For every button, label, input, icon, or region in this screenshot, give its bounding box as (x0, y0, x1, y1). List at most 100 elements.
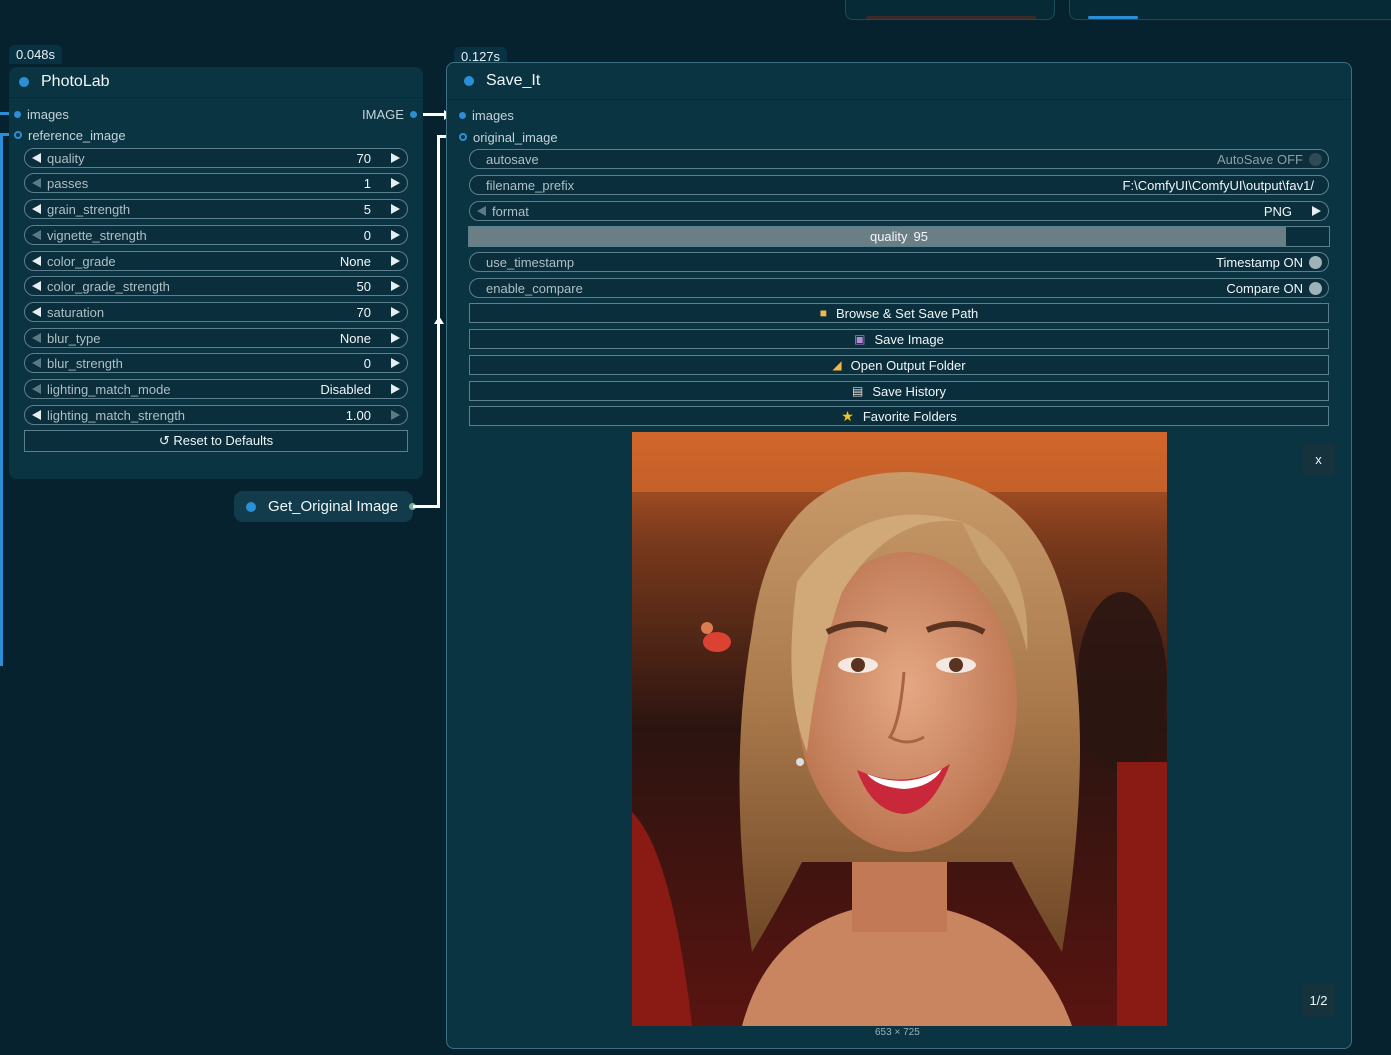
increment-arrow-icon[interactable] (391, 307, 400, 317)
increment-arrow-icon[interactable] (391, 153, 400, 163)
decrement-arrow-icon[interactable] (32, 384, 41, 394)
decrement-arrow-icon[interactable] (32, 256, 41, 266)
close-icon: x (1315, 452, 1322, 467)
slot-label: images (472, 107, 514, 123)
input-slot-dot[interactable] (459, 111, 466, 119)
increment-arrow-icon[interactable] (391, 178, 400, 188)
toggle-knob[interactable] (1309, 255, 1322, 269)
toggle-knob[interactable] (1309, 152, 1322, 166)
offscreen-node-stub-2[interactable] (1069, 0, 1391, 20)
button-label: Save Image (874, 331, 944, 347)
decrement-arrow-icon[interactable] (32, 230, 41, 240)
decrement-arrow-icon[interactable] (32, 307, 41, 317)
widget-value: Disabled (320, 381, 371, 397)
increment-arrow-icon[interactable] (391, 281, 400, 291)
increment-arrow-icon[interactable] (391, 410, 400, 420)
input-slot-dot[interactable] (14, 131, 22, 139)
increment-arrow-icon[interactable] (391, 358, 400, 368)
widget-label: grain_strength (47, 201, 131, 217)
close-preview-button[interactable]: x (1302, 443, 1335, 476)
photolab-widget-passes[interactable]: passes 1 (24, 173, 408, 193)
photolab-widget-saturation[interactable]: saturation 70 (24, 302, 408, 322)
save-history-button[interactable]: ▤ Save History (469, 381, 1329, 401)
folder-icon: ■ (819, 306, 827, 320)
photolab-widget-color-grade-strength[interactable]: color_grade_strength 50 (24, 276, 408, 296)
node-status-dot[interactable] (464, 76, 474, 86)
increment-arrow-icon[interactable] (1312, 206, 1321, 216)
widget-value: 0 (363, 355, 371, 371)
save-image-button[interactable]: ▣ Save Image (469, 329, 1329, 349)
favorite-folders-button[interactable]: ★ Favorite Folders (469, 406, 1329, 426)
offscreen-node-stub-1[interactable] (845, 0, 1055, 20)
open-folder-icon: ◢ (832, 358, 842, 372)
widget-label: blur_strength (47, 355, 123, 371)
photolab-widget-blur-strength[interactable]: blur_strength 0 (24, 353, 408, 373)
image-dimensions: 653 × 725 (875, 1027, 920, 1038)
increment-arrow-icon[interactable] (391, 384, 400, 394)
quality-slider[interactable]: quality 95 (468, 226, 1330, 247)
save-it-input-images[interactable]: images (459, 106, 514, 124)
photolab-widget-color-grade[interactable]: color_grade None (24, 251, 408, 271)
widget-value: 70 (356, 304, 371, 320)
input-slot-dot[interactable] (459, 133, 467, 141)
widget-label: quality (47, 150, 85, 166)
slot-label: reference_image (28, 127, 126, 143)
decrement-arrow-icon[interactable] (32, 281, 41, 291)
photolab-widget-vignette-strength[interactable]: vignette_strength 0 (24, 225, 408, 245)
format-combo[interactable]: format PNG (469, 201, 1329, 221)
widget-value: 50 (356, 278, 371, 294)
reset-to-defaults-button[interactable]: ↺ Reset to Defaults (24, 430, 408, 452)
photolab-widget-lighting-match-strength[interactable]: lighting_match_strength 1.00 (24, 405, 408, 425)
input-slot-dot[interactable] (14, 110, 21, 118)
image-preview[interactable] (632, 432, 1167, 1026)
incoming-wire-stub (0, 133, 9, 136)
widget-value: 5 (363, 201, 371, 217)
decrement-arrow-icon[interactable] (32, 178, 41, 188)
browse-set-save-path-button[interactable]: ■ Browse & Set Save Path (469, 303, 1329, 323)
node-status-dot[interactable] (246, 501, 256, 512)
photolab-widget-quality[interactable]: quality 70 (24, 148, 408, 168)
widget-label: blur_type (47, 330, 101, 346)
increment-arrow-icon[interactable] (391, 230, 400, 240)
widget-value: F:\ComfyUI\ComfyUI\output\fav1/ (1122, 177, 1314, 193)
increment-arrow-icon[interactable] (391, 333, 400, 343)
open-output-folder-button[interactable]: ◢ Open Output Folder (469, 355, 1329, 375)
decrement-arrow-icon[interactable] (32, 358, 41, 368)
decrement-arrow-icon[interactable] (32, 153, 41, 163)
widget-label: color_grade_strength (47, 278, 170, 294)
decrement-arrow-icon[interactable] (477, 206, 486, 216)
photolab-input-reference-image[interactable]: reference_image (14, 126, 126, 144)
widget-label: vignette_strength (47, 227, 147, 243)
preview-pager-button[interactable]: 1/2 (1302, 984, 1335, 1017)
output-slot-dot[interactable] (409, 110, 417, 118)
decrement-arrow-icon[interactable] (32, 410, 41, 420)
save-it-title-bar[interactable]: Save_It (447, 63, 1351, 100)
increment-arrow-icon[interactable] (391, 256, 400, 266)
photolab-output-image[interactable]: IMAGE (362, 105, 417, 123)
save-it-input-original-image[interactable]: original_image (459, 128, 558, 146)
pager-label: 1/2 (1309, 993, 1328, 1008)
toggle-knob[interactable] (1309, 281, 1322, 295)
widget-label: passes (47, 175, 89, 191)
photolab-widget-blur-type[interactable]: blur_type None (24, 328, 408, 348)
use-timestamp-toggle[interactable]: use_timestamp Timestamp ON (469, 252, 1329, 272)
incoming-wire (0, 112, 9, 115)
widget-label: lighting_match_strength (47, 407, 186, 423)
widget-value: Compare ON (1226, 280, 1303, 296)
button-label: Favorite Folders (862, 408, 957, 424)
widget-value: 1.00 (345, 407, 371, 423)
node-status-dot[interactable] (19, 77, 29, 87)
photolab-widget-grain-strength[interactable]: grain_strength 5 (24, 199, 408, 219)
photolab-title-bar[interactable]: PhotoLab (9, 67, 423, 98)
increment-arrow-icon[interactable] (391, 204, 400, 214)
photolab-input-images[interactable]: images (14, 105, 69, 123)
button-label: Open Output Folder (850, 357, 966, 373)
enable-compare-toggle[interactable]: enable_compare Compare ON (469, 278, 1329, 298)
widget-label: use_timestamp (486, 254, 575, 270)
filename-prefix-field[interactable]: filename_prefix F:\ComfyUI\ComfyUI\outpu… (469, 175, 1329, 195)
get-original-image-node[interactable]: Get_Original Image (234, 491, 416, 522)
autosave-toggle[interactable]: autosave AutoSave OFF (469, 149, 1329, 169)
photolab-widget-lighting-match-mode[interactable]: lighting_match_mode Disabled (24, 379, 408, 399)
decrement-arrow-icon[interactable] (32, 204, 41, 214)
decrement-arrow-icon[interactable] (32, 333, 41, 343)
